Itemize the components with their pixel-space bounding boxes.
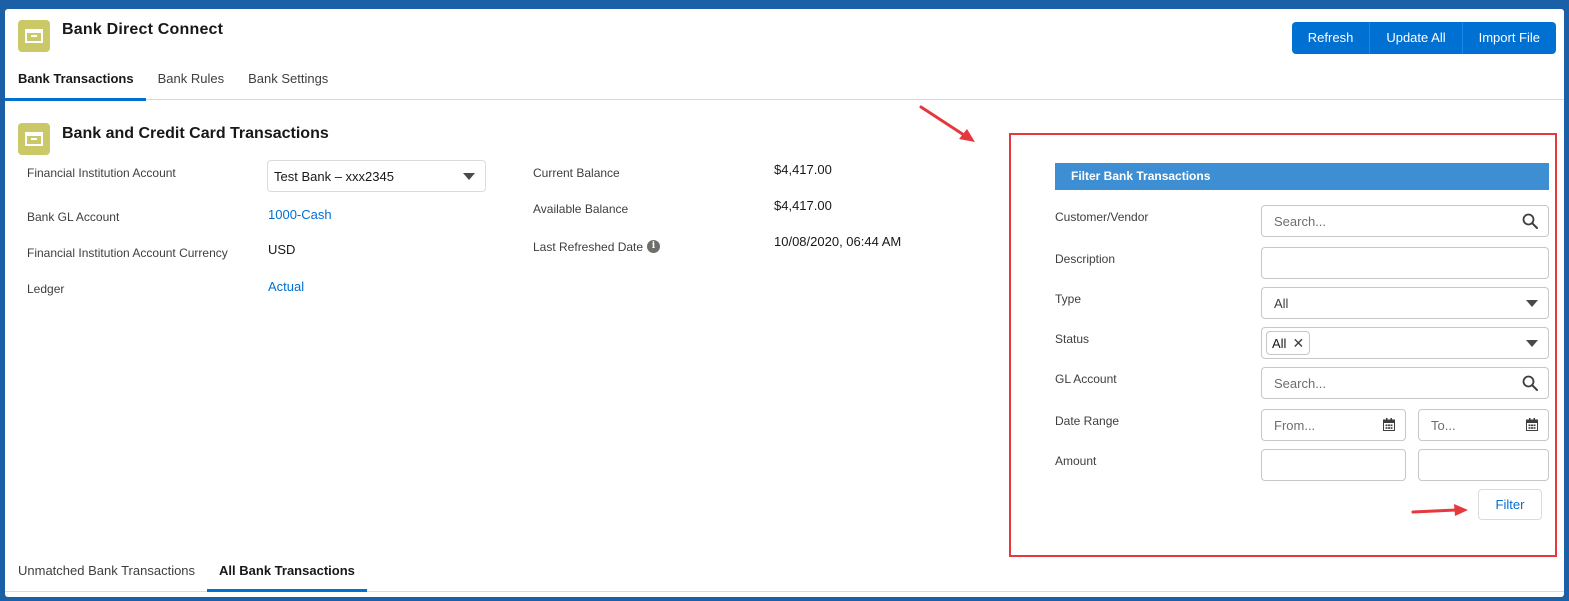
- chevron-down-icon: [463, 173, 475, 180]
- header-button-group: Refresh Update All Import File: [1291, 22, 1556, 54]
- chevron-down-icon: [1526, 300, 1538, 307]
- ledger-link[interactable]: Actual: [268, 279, 304, 294]
- arrow-annotation-icon: [1411, 504, 1468, 516]
- fin-account-value: Test Bank – xxx2345: [274, 168, 394, 184]
- date-from-input[interactable]: From...: [1261, 409, 1406, 441]
- current-balance-label: Current Balance: [533, 166, 620, 180]
- amount-min-input[interactable]: [1261, 449, 1406, 481]
- currency-value: USD: [268, 242, 296, 257]
- main-tabs: Bank Transactions Bank Rules Bank Settin…: [5, 69, 1564, 101]
- amount-label: Amount: [1055, 454, 1097, 468]
- customer-vendor-label: Customer/Vendor: [1055, 210, 1149, 224]
- tab-bank-settings[interactable]: Bank Settings: [236, 69, 340, 100]
- calendar-icon: [1383, 418, 1395, 431]
- archive-icon: [18, 20, 50, 52]
- gl-account-placeholder: Search...: [1274, 375, 1327, 391]
- date-to-input[interactable]: To...: [1418, 409, 1549, 441]
- search-icon: [1522, 375, 1538, 391]
- chevron-down-icon: [1526, 340, 1538, 347]
- ledger-label: Ledger: [27, 282, 65, 296]
- close-icon[interactable]: ✕: [1292, 335, 1304, 352]
- tab-bank-rules[interactable]: Bank Rules: [146, 69, 236, 100]
- date-to-placeholder: To...: [1431, 417, 1456, 433]
- app-frame: Bank Direct Connect Refresh Update All I…: [5, 9, 1564, 597]
- status-label: Status: [1055, 332, 1090, 346]
- gl-account-label: GL Account: [1055, 372, 1117, 386]
- status-pill-label: All: [1272, 335, 1287, 351]
- search-icon: [1522, 213, 1538, 229]
- update-all-button[interactable]: Update All: [1370, 22, 1463, 54]
- last-refreshed-value: 10/08/2020, 06:44 AM: [774, 234, 902, 249]
- available-balance-label: Available Balance: [533, 202, 629, 216]
- import-file-button[interactable]: Import File: [1463, 22, 1556, 54]
- date-range-label: Date Range: [1055, 414, 1120, 428]
- gl-account-input[interactable]: Search...: [1261, 367, 1549, 399]
- date-from-placeholder: From...: [1274, 417, 1316, 433]
- filter-header: Filter Bank Transactions: [1055, 163, 1549, 190]
- current-balance-value: $4,417.00: [774, 162, 832, 177]
- currency-label: Financial Institution Account Currency: [27, 246, 228, 260]
- bank-gl-link[interactable]: 1000-Cash: [268, 207, 332, 222]
- app-title: Bank Direct Connect: [62, 21, 224, 38]
- section-title: Bank and Credit Card Transactions: [62, 125, 329, 142]
- tab-all-bank-transactions[interactable]: All Bank Transactions: [207, 561, 367, 592]
- status-multiselect[interactable]: All ✕: [1261, 327, 1549, 359]
- description-label: Description: [1055, 252, 1116, 266]
- tab-bank-transactions[interactable]: Bank Transactions: [5, 69, 146, 101]
- type-label: Type: [1055, 292, 1082, 306]
- description-input[interactable]: [1261, 247, 1549, 279]
- archive-icon: [18, 123, 50, 155]
- amount-max-input[interactable]: [1418, 449, 1549, 481]
- refresh-button[interactable]: Refresh: [1292, 22, 1371, 54]
- fin-account-select[interactable]: Test Bank – xxx2345: [267, 160, 486, 192]
- filter-button[interactable]: Filter: [1478, 489, 1542, 520]
- fin-account-label: Financial Institution Account: [27, 166, 176, 180]
- bank-gl-label: Bank GL Account: [27, 210, 120, 224]
- bottom-tabs: Unmatched Bank Transactions All Bank Tra…: [5, 561, 367, 592]
- customer-vendor-input[interactable]: Search...: [1261, 205, 1549, 237]
- type-value: All: [1274, 295, 1289, 311]
- tab-unmatched-bank-transactions[interactable]: Unmatched Bank Transactions: [5, 561, 207, 592]
- calendar-icon: [1526, 418, 1538, 431]
- type-select[interactable]: All: [1261, 287, 1549, 319]
- info-icon[interactable]: i: [647, 240, 660, 253]
- customer-vendor-placeholder: Search...: [1274, 213, 1327, 229]
- status-pill[interactable]: All ✕: [1266, 331, 1311, 355]
- last-refreshed-label: Last Refreshed Date: [533, 240, 644, 254]
- available-balance-value: $4,417.00: [774, 198, 832, 213]
- arrow-annotation-icon: [919, 105, 975, 142]
